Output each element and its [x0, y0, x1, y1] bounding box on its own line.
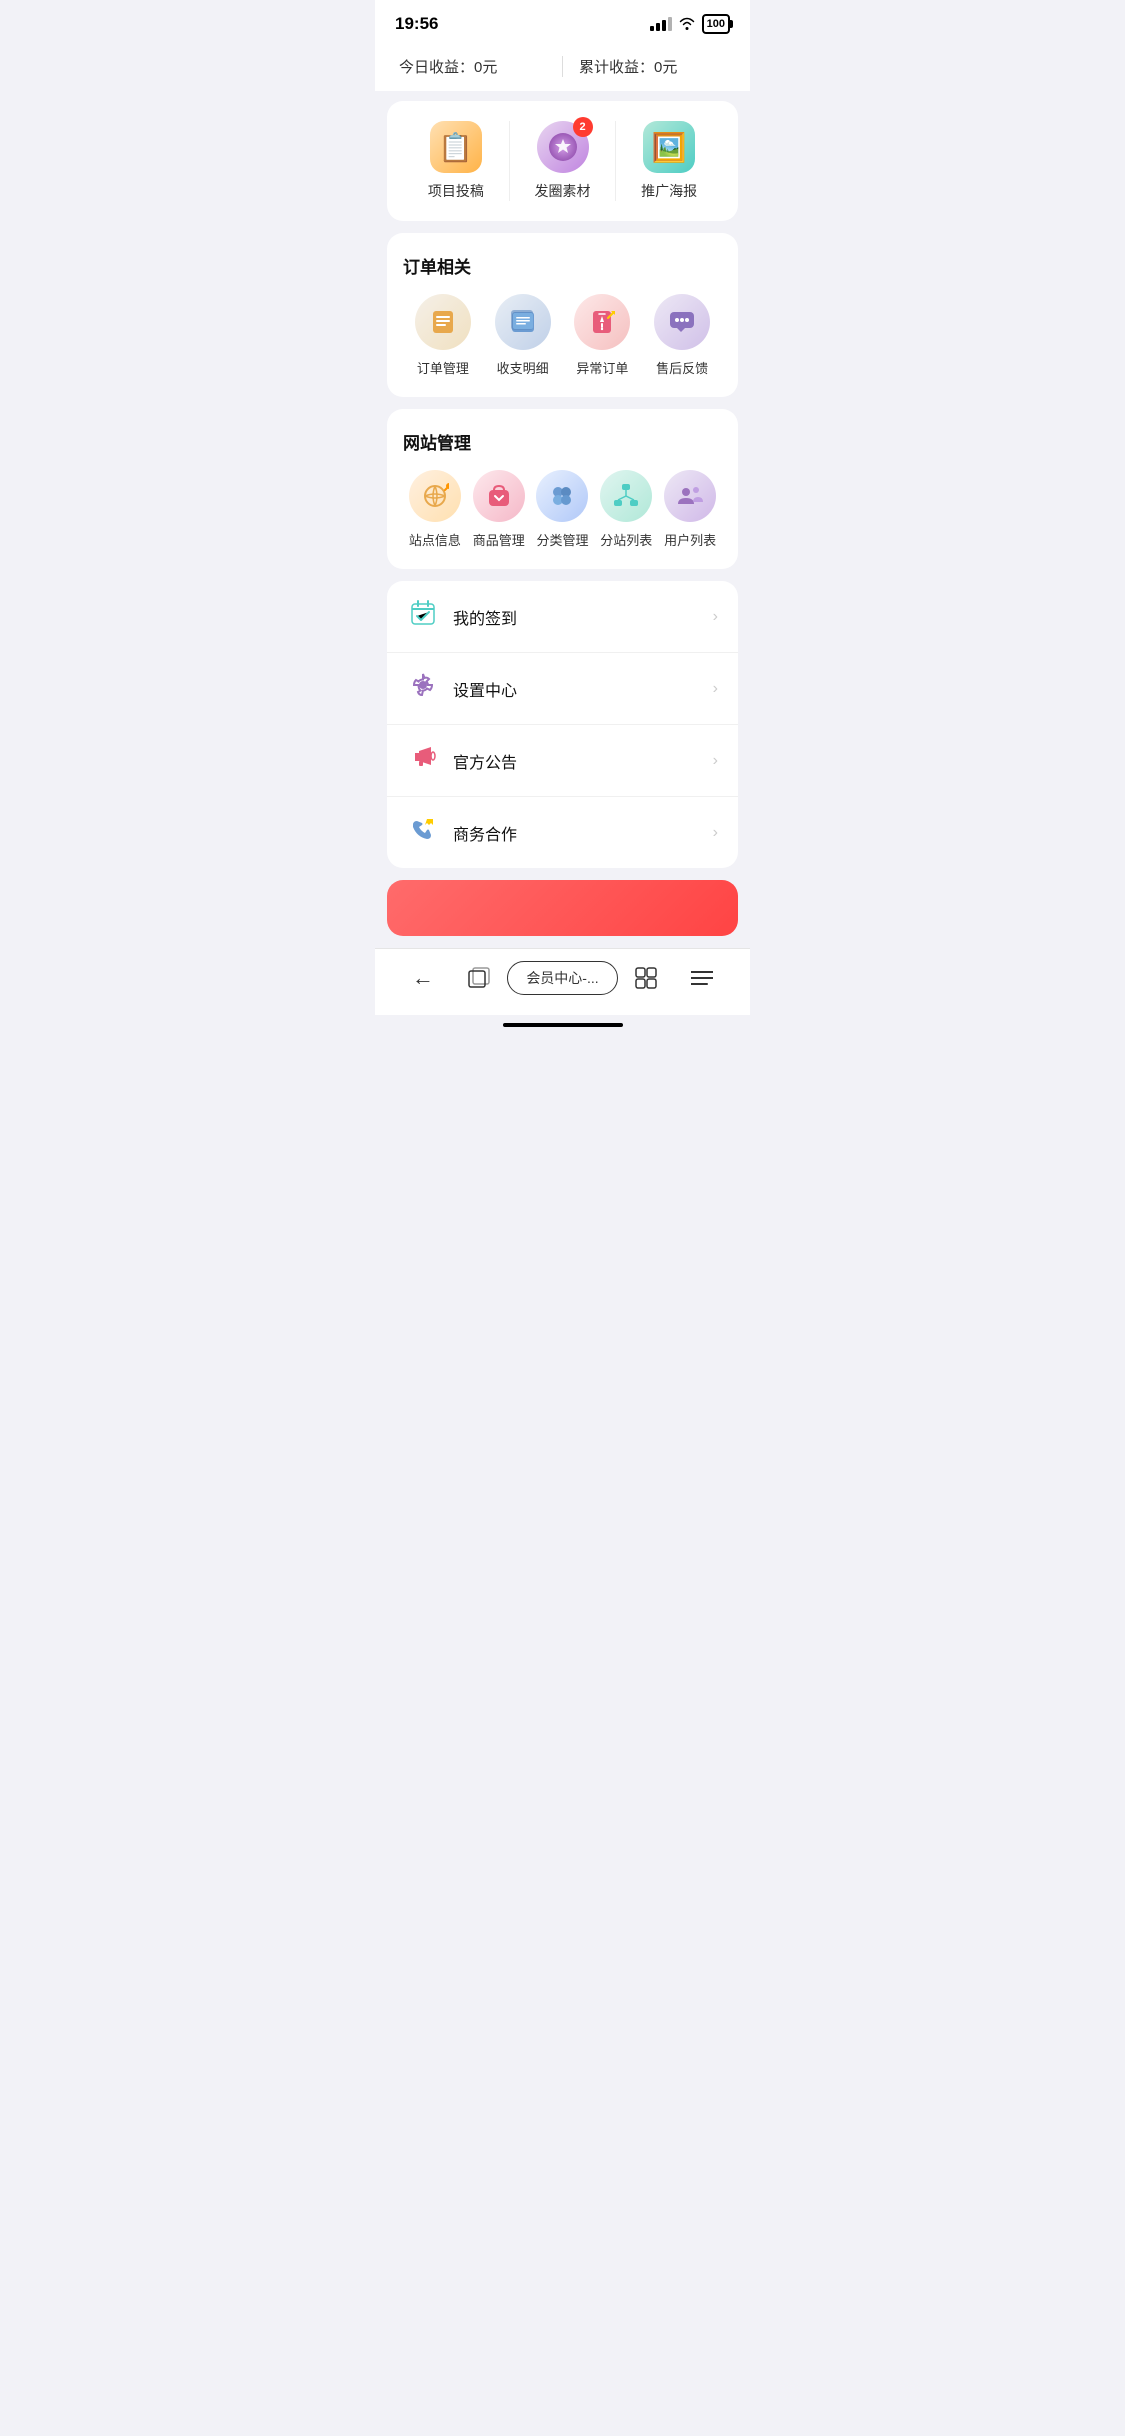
- announcement-label: 官方公告: [453, 749, 713, 773]
- quick-action-project[interactable]: 📋 项目投稿: [403, 121, 509, 201]
- site-info-item[interactable]: 站点信息: [403, 470, 467, 549]
- category-manage-item[interactable]: 分类管理: [531, 470, 595, 549]
- site-info-icon: [409, 470, 461, 522]
- quick-action-poster[interactable]: 🖼️ 推广海报: [615, 121, 722, 201]
- checkin-icon: [407, 599, 439, 634]
- nav-grid-button[interactable]: [618, 967, 674, 989]
- moments-badge: 2: [573, 117, 593, 137]
- project-icon: 📋: [430, 121, 482, 173]
- user-list-label: 用户列表: [664, 530, 716, 549]
- abnormal-order-item[interactable]: 异常订单: [574, 294, 630, 377]
- today-earnings: 今日收益：0元: [399, 56, 546, 77]
- list-card: 我的签到 › 设置中心 › 官方公告 ›: [387, 581, 738, 868]
- finance-detail-item[interactable]: 收支明细: [495, 294, 551, 377]
- product-manage-label: 商品管理: [473, 530, 525, 549]
- settings-label: 设置中心: [453, 677, 713, 701]
- checkin-chevron: ›: [713, 608, 718, 626]
- checkin-label: 我的签到: [453, 605, 713, 629]
- abnormal-order-label: 异常订单: [576, 358, 628, 377]
- order-icon-grid: 订单管理 收支明细: [403, 294, 722, 377]
- home-indicator: [503, 1023, 623, 1027]
- nav-center-button[interactable]: 会员中心-...: [507, 961, 617, 995]
- status-icons: 100: [650, 14, 730, 34]
- settings-item[interactable]: 设置中心 ›: [387, 653, 738, 725]
- user-list-item[interactable]: 用户列表: [658, 470, 722, 549]
- category-manage-label: 分类管理: [536, 530, 588, 549]
- finance-detail-label: 收支明细: [497, 358, 549, 377]
- wifi-icon: [678, 16, 696, 33]
- website-section-card: 网站管理 站点信息: [387, 409, 738, 569]
- poster-icon-wrap: 🖼️: [643, 121, 695, 173]
- battery-icon: 100: [702, 14, 730, 34]
- branch-list-icon: [600, 470, 652, 522]
- moments-icon-wrap: 2: [537, 121, 589, 173]
- settings-chevron: ›: [713, 680, 718, 698]
- product-manage-item[interactable]: 商品管理: [467, 470, 531, 549]
- after-sale-icon: [654, 294, 710, 350]
- after-sale-item[interactable]: 售后反馈: [654, 294, 710, 377]
- red-banner[interactable]: [387, 880, 738, 936]
- site-info-label: 站点信息: [409, 530, 461, 549]
- quick-actions-card: 📋 项目投稿: [387, 101, 738, 221]
- settings-icon: [407, 671, 439, 706]
- cooperation-item[interactable]: 商务合作 ›: [387, 797, 738, 868]
- abnormal-order-icon: [574, 294, 630, 350]
- order-section-title: 订单相关: [403, 253, 722, 278]
- poster-label: 推广海报: [641, 181, 697, 201]
- checkin-item[interactable]: 我的签到 ›: [387, 581, 738, 653]
- branch-list-label: 分站列表: [600, 530, 652, 549]
- signal-icon: [650, 17, 672, 31]
- cooperation-chevron: ›: [713, 824, 718, 842]
- bottom-nav: ← 会员中心-...: [375, 948, 750, 1015]
- order-manage-label: 订单管理: [417, 358, 469, 377]
- quick-actions-grid: 📋 项目投稿: [403, 121, 722, 201]
- cooperation-label: 商务合作: [453, 821, 713, 845]
- quick-action-moments[interactable]: 2 发圈素材: [509, 121, 616, 201]
- finance-detail-icon: [495, 294, 551, 350]
- order-manage-icon: [415, 294, 471, 350]
- poster-icon: 🖼️: [643, 121, 695, 173]
- branch-list-item[interactable]: 分站列表: [594, 470, 658, 549]
- moments-label: 发圈素材: [535, 181, 591, 201]
- website-icon-grid: 站点信息 商品管理 分类管理: [403, 470, 722, 549]
- earnings-divider: [562, 56, 563, 77]
- product-manage-icon: [473, 470, 525, 522]
- project-label: 项目投稿: [428, 181, 484, 201]
- status-time: 19:56: [395, 14, 438, 34]
- status-bar: 19:56 100: [375, 0, 750, 42]
- announcement-icon: [407, 743, 439, 778]
- user-list-icon: [664, 470, 716, 522]
- total-earnings: 累计收益：0元: [579, 56, 726, 77]
- nav-center: 会员中心-...: [507, 961, 619, 995]
- category-manage-icon: [536, 470, 588, 522]
- website-section-title: 网站管理: [403, 429, 722, 454]
- nav-back-button[interactable]: ←: [395, 965, 451, 991]
- announcement-item[interactable]: 官方公告 ›: [387, 725, 738, 797]
- order-manage-item[interactable]: 订单管理: [415, 294, 471, 377]
- earnings-bar: 今日收益：0元 累计收益：0元: [375, 42, 750, 91]
- nav-window-button[interactable]: [451, 967, 507, 989]
- announcement-chevron: ›: [713, 752, 718, 770]
- order-section-card: 订单相关 订单管理: [387, 233, 738, 397]
- after-sale-label: 售后反馈: [656, 358, 708, 377]
- cooperation-icon: [407, 815, 439, 850]
- nav-menu-button[interactable]: [674, 970, 730, 986]
- project-icon-wrap: 📋: [430, 121, 482, 173]
